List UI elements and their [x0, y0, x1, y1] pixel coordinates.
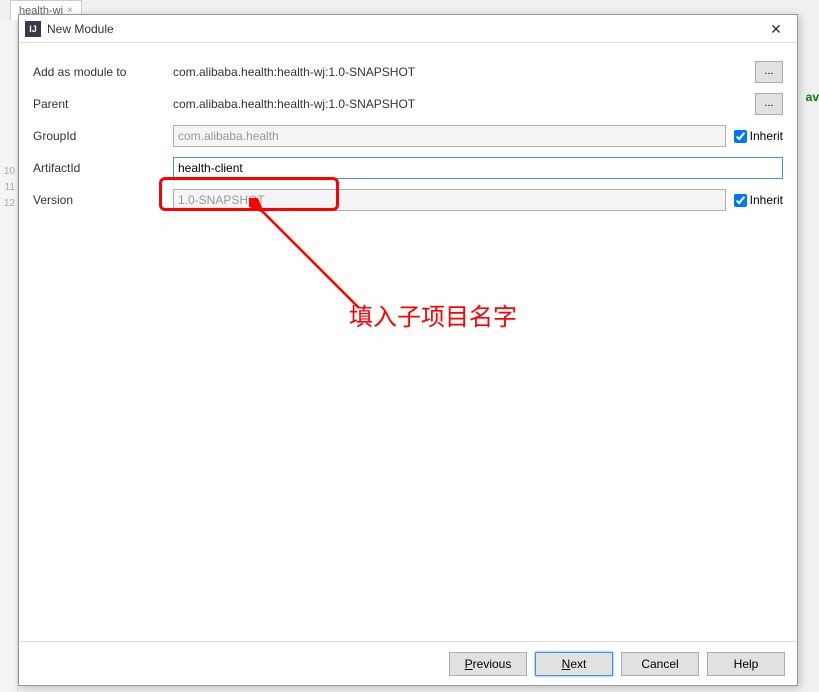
- artifactid-input[interactable]: [173, 157, 783, 179]
- bg-code-fragment: av: [806, 90, 819, 104]
- previous-button[interactable]: Previous: [449, 652, 527, 676]
- parent-browse-button[interactable]: ...: [755, 93, 783, 115]
- close-button[interactable]: ✕: [761, 18, 791, 40]
- next-button[interactable]: Next: [535, 652, 613, 676]
- groupid-label: GroupId: [33, 129, 173, 143]
- annotation-text: 填入子项目名字: [349, 297, 517, 332]
- inherit-label: Inherit: [750, 193, 783, 207]
- version-input: [173, 189, 726, 211]
- line-gutter: 10 11 12: [0, 20, 18, 692]
- dialog-title: New Module: [47, 22, 761, 36]
- version-inherit-input[interactable]: [734, 194, 747, 207]
- dialog-content: Add as module to com.alibaba.health:heal…: [19, 43, 797, 641]
- groupid-input: [173, 125, 726, 147]
- inherit-label: Inherit: [750, 129, 783, 143]
- parent-value: com.alibaba.health:health-wj:1.0-SNAPSHO…: [173, 97, 747, 111]
- groupid-inherit-input[interactable]: [734, 130, 747, 143]
- new-module-dialog: IJ New Module ✕ Add as module to com.ali…: [18, 14, 798, 686]
- intellij-icon: IJ: [25, 21, 41, 37]
- artifactid-label: ArtifactId: [33, 161, 173, 175]
- version-inherit-checkbox[interactable]: Inherit: [734, 193, 783, 207]
- parent-label: Parent: [33, 97, 173, 111]
- dialog-footer: Previous Next Cancel Help: [19, 641, 797, 685]
- add-module-value: com.alibaba.health:health-wj:1.0-SNAPSHO…: [173, 65, 747, 79]
- add-module-browse-button[interactable]: ...: [755, 61, 783, 83]
- cancel-button[interactable]: Cancel: [621, 652, 699, 676]
- version-label: Version: [33, 193, 173, 207]
- titlebar: IJ New Module ✕: [19, 15, 797, 43]
- help-button[interactable]: Help: [707, 652, 785, 676]
- add-module-label: Add as module to: [33, 65, 173, 79]
- groupid-inherit-checkbox[interactable]: Inherit: [734, 129, 783, 143]
